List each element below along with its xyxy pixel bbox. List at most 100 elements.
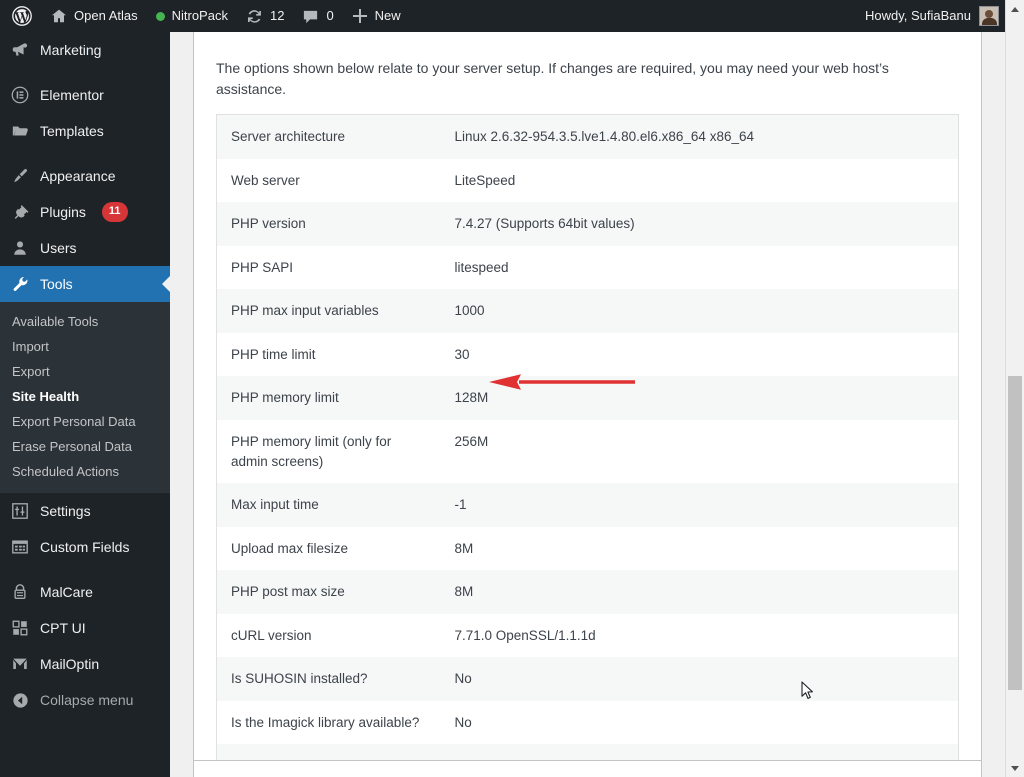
scroll-up-arrow-icon[interactable] — [1006, 0, 1024, 18]
mouse-pointer-icon — [801, 681, 814, 705]
sidebar-item-tools[interactable]: Tools — [0, 266, 170, 302]
red-left-arrow-annotation — [487, 373, 637, 396]
row-key: Server architecture — [231, 129, 346, 144]
row-key: Max input time — [231, 497, 319, 513]
megaphone-icon — [10, 41, 30, 59]
row-value: litespeed — [454, 259, 509, 275]
updates-menu[interactable]: 12 — [237, 0, 293, 32]
table-row: Upload max filesize 8M — [216, 526, 959, 571]
collapse-menu-button[interactable]: Collapse menu — [0, 682, 170, 718]
sidebar-item-label: Plugins — [40, 204, 86, 220]
scroll-down-triangle — [1011, 765, 1019, 771]
row-key: PHP memory limit — [231, 390, 339, 406]
row-value: 256M — [454, 433, 489, 449]
table-row: Max input time -1 — [216, 483, 959, 527]
next-panel-partial — [193, 760, 982, 777]
envelope-icon — [10, 655, 30, 673]
row-key: PHP max input variables — [231, 303, 379, 319]
sliders-icon — [10, 502, 30, 520]
sidebar-item-appearance[interactable]: Appearance — [0, 158, 170, 194]
nitropack-status-dot-icon — [155, 11, 165, 21]
table-row: cURL version 7.71.0 OpenSSL/1.1.1d — [216, 613, 959, 658]
admin-screen: Open Atlas NitroPack 12 0 New Howdy, Suf… — [0, 0, 1024, 777]
scroll-thumb[interactable] — [1008, 376, 1022, 690]
sidebar-item-label: Templates — [40, 123, 104, 139]
folder-icon — [10, 122, 30, 140]
scroll-down-arrow-icon[interactable] — [1006, 759, 1024, 777]
submenu-item-erase-personal-data[interactable]: Erase Personal Data — [0, 434, 170, 459]
sidebar-item-label: Tools — [40, 276, 73, 292]
admin-bar: Open Atlas NitroPack 12 0 New Howdy, Suf… — [0, 0, 1005, 32]
new-content-menu[interactable]: New — [343, 0, 410, 32]
table-row: PHP version 7.4.27 (Supports 64bit values… — [216, 202, 959, 246]
sidebar-separator — [0, 565, 170, 574]
comments-menu[interactable]: 0 — [293, 0, 342, 32]
panel-description: The options shown below relate to your s… — [216, 60, 889, 97]
sidebar-item-label: Custom Fields — [40, 539, 130, 555]
row-value: No — [454, 671, 472, 687]
table-row: PHP SAPI litespeed — [216, 245, 959, 290]
sidebar-item-marketing[interactable]: Marketing — [0, 32, 170, 68]
account-menu[interactable]: Howdy, SufiaBanu — [865, 0, 1005, 32]
table-row-admin-memory: PHP memory limit (only for admin screens… — [216, 419, 959, 484]
nitropack-label: NitroPack — [171, 8, 228, 23]
row-key: PHP post max size — [231, 584, 345, 600]
sidebar-item-mailoptin[interactable]: MailOptin — [0, 646, 170, 682]
submenu-item-export-personal-data[interactable]: Export Personal Data — [0, 409, 170, 434]
plus-icon — [352, 8, 368, 24]
submenu-item-scheduled-actions[interactable]: Scheduled Actions — [0, 459, 170, 484]
sidebar-item-cpt-ui[interactable]: CPT UI — [0, 610, 170, 646]
row-value: 8M — [454, 540, 474, 556]
avatar — [979, 6, 999, 26]
row-value: 1000 — [454, 303, 485, 319]
sidebar-item-label: Appearance — [40, 168, 116, 184]
sidebar-item-custom-fields[interactable]: Custom Fields — [0, 529, 170, 565]
row-value: 7.71.0 OpenSSL/1.1.1d — [454, 627, 596, 643]
wrench-icon — [10, 275, 30, 293]
updates-icon — [246, 8, 263, 25]
sidebar-item-templates[interactable]: Templates — [0, 113, 170, 149]
submenu-item-import[interactable]: Import — [0, 334, 170, 359]
submenu-item-site-health[interactable]: Site Health — [0, 384, 170, 409]
row-key: PHP time limit — [231, 346, 316, 362]
sidebar-item-elementor[interactable]: Elementor — [0, 77, 170, 113]
sidebar-item-users[interactable]: Users — [0, 230, 170, 266]
table-row: Server architecture Linux 2.6.32-954.3.5.… — [216, 114, 959, 159]
nitropack-menu[interactable]: NitroPack — [147, 0, 237, 32]
submenu-item-export[interactable]: Export — [0, 359, 170, 384]
row-value: 30 — [454, 346, 470, 362]
row-key: PHP SAPI — [231, 259, 294, 275]
row-key: Web server — [231, 172, 300, 188]
sidebar-item-plugins[interactable]: Plugins 11 — [0, 194, 170, 230]
site-name-menu[interactable]: Open Atlas — [42, 0, 147, 32]
sidebar-item-malcare[interactable]: MalCare — [0, 574, 170, 610]
table-icon — [10, 538, 30, 556]
wp-logo-menu[interactable] — [0, 0, 42, 32]
table-row: Is the Imagick library available? No — [216, 700, 959, 745]
comments-count: 0 — [326, 8, 334, 23]
row-key: PHP version — [231, 216, 306, 232]
paintbrush-icon — [10, 167, 30, 185]
sidebar-item-label: CPT UI — [40, 620, 86, 636]
collapse-arrow-icon — [10, 692, 30, 709]
wordpress-logo-icon — [12, 6, 32, 26]
row-value: 7.4.27 (Supports 64bit values) — [454, 216, 635, 232]
row-key: cURL version — [231, 627, 312, 643]
table-row: PHP max input variables 1000 — [216, 289, 959, 333]
page-scrollbar[interactable] — [1005, 0, 1024, 777]
sidebar-item-label: Users — [40, 240, 77, 256]
server-info-table: Server architecture Linux 2.6.32-954.3.5.… — [216, 114, 959, 777]
plugins-update-badge: 11 — [101, 202, 128, 222]
row-value: -1 — [454, 497, 467, 513]
updates-count: 12 — [269, 8, 285, 23]
scroll-up-triangle — [1011, 6, 1019, 12]
table-row: PHP post max size 8M — [216, 570, 959, 614]
sidebar-item-settings[interactable]: Settings — [0, 493, 170, 529]
row-value: No — [454, 714, 472, 730]
row-key: Upload max filesize — [231, 540, 349, 556]
tools-submenu: Available Tools Import Export Site Healt… — [0, 302, 170, 493]
sidebar-item-label: MalCare — [40, 584, 93, 600]
table-row: PHP time limit 30 — [216, 332, 959, 377]
submenu-item-available-tools[interactable]: Available Tools — [0, 309, 170, 334]
home-icon — [51, 8, 67, 24]
